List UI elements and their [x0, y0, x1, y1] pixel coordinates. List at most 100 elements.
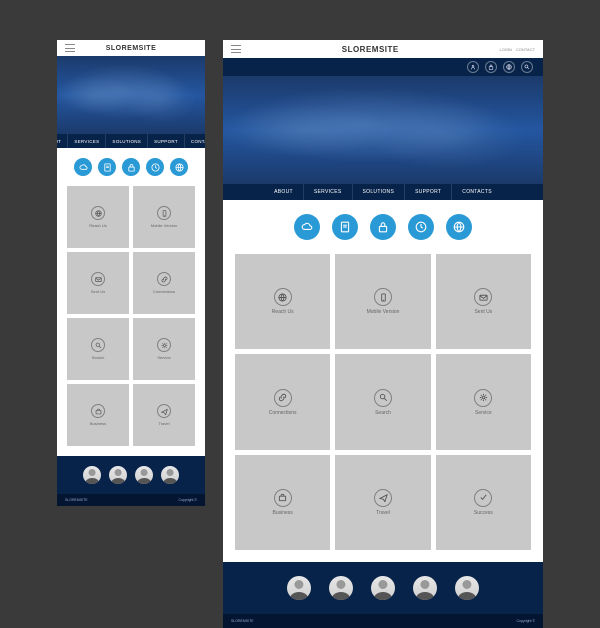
- brand-logo[interactable]: SLOREMSITE: [241, 45, 500, 54]
- team-avatar[interactable]: [83, 466, 101, 484]
- card-label: Travel: [376, 510, 390, 516]
- nav-about[interactable]: ABOUT: [57, 134, 68, 148]
- phone-icon: [374, 288, 392, 306]
- card-label: Mobile Version: [367, 309, 400, 315]
- navbar: ABOUTSERVICESSOLUTIONSSUPPORTCONTACTS: [223, 184, 543, 200]
- nav-services[interactable]: SERVICES: [68, 134, 106, 148]
- team-avatar[interactable]: [135, 466, 153, 484]
- card-label: Success: [474, 510, 493, 516]
- footer-brand: SLOREMSITE: [65, 498, 88, 502]
- card-label: Reach Us: [89, 223, 107, 228]
- utility-bar: [223, 58, 543, 76]
- nav-solutions[interactable]: SOLUTIONS: [106, 134, 148, 148]
- card-label: Reach Us: [272, 309, 294, 315]
- top-links: LOGIN CONTACT: [500, 47, 536, 52]
- plane-icon: [157, 404, 171, 418]
- card-gear[interactable]: Service: [436, 354, 531, 449]
- briefcase-icon: [274, 489, 292, 507]
- desktop-mockup: SLOREMSITE LOGIN CONTACT ABOUTSERVICESSOL…: [223, 40, 543, 628]
- topbar: SLOREMSITE LOGIN CONTACT: [223, 40, 543, 58]
- footer-copy: Copyright ©: [178, 498, 197, 502]
- card-plane[interactable]: Travel: [133, 384, 195, 446]
- card-label: Business: [273, 510, 293, 516]
- card-check[interactable]: Success: [436, 455, 531, 550]
- card-grid: Reach Us Mobile Version Sent Us Connections…: [223, 254, 543, 562]
- toplink[interactable]: LOGIN: [500, 47, 512, 52]
- feature-file[interactable]: [332, 214, 358, 240]
- card-mail[interactable]: Sent Us: [436, 254, 531, 349]
- user-icon[interactable]: [467, 61, 479, 73]
- feature-cloud[interactable]: [74, 158, 92, 176]
- mobile-mockup: SLOREMSITE ABOUTSERVICESSOLUTIONSSUPPORT…: [57, 40, 205, 506]
- plane-icon: [374, 489, 392, 507]
- globe-icon[interactable]: [503, 61, 515, 73]
- feature-file[interactable]: [98, 158, 116, 176]
- nav-about[interactable]: ABOUT: [264, 184, 304, 200]
- card-grid: Reach Us Mobile Version Sent Us Connections…: [57, 186, 205, 456]
- search-icon[interactable]: [521, 61, 533, 73]
- card-phone[interactable]: Mobile Version: [133, 186, 195, 248]
- card-link[interactable]: Connections: [133, 252, 195, 314]
- feature-clock[interactable]: [408, 214, 434, 240]
- topbar: SLOREMSITE: [57, 40, 205, 56]
- card-label: Sent Us: [91, 289, 105, 294]
- card-label: Connections: [153, 289, 175, 294]
- team-avatar[interactable]: [413, 576, 437, 600]
- check-icon: [474, 489, 492, 507]
- nav-support[interactable]: SUPPORT: [405, 184, 452, 200]
- team-avatar[interactable]: [161, 466, 179, 484]
- hero-map: [57, 56, 205, 134]
- feature-lock[interactable]: [370, 214, 396, 240]
- feature-globe[interactable]: [170, 158, 188, 176]
- toplink[interactable]: CONTACT: [516, 47, 535, 52]
- card-search[interactable]: Search: [335, 354, 430, 449]
- team-avatar[interactable]: [287, 576, 311, 600]
- link-icon: [157, 272, 171, 286]
- card-search[interactable]: Search: [67, 318, 129, 380]
- footer: SLOREMSITE Copyright ©: [57, 494, 205, 506]
- gear-icon: [157, 338, 171, 352]
- nav-contacts[interactable]: CONTACTS: [185, 134, 205, 148]
- feature-row: [57, 148, 205, 186]
- lock-icon[interactable]: [485, 61, 497, 73]
- team-row: [223, 562, 543, 614]
- menu-icon[interactable]: [65, 44, 75, 52]
- footer-brand: SLOREMSITE: [231, 619, 254, 623]
- card-label: Travel: [159, 421, 170, 426]
- card-globe[interactable]: Reach Us: [67, 186, 129, 248]
- mail-icon: [91, 272, 105, 286]
- card-briefcase[interactable]: Business: [235, 455, 330, 550]
- briefcase-icon: [91, 404, 105, 418]
- globe-icon: [274, 288, 292, 306]
- team-avatar[interactable]: [371, 576, 395, 600]
- feature-globe[interactable]: [446, 214, 472, 240]
- card-plane[interactable]: Travel: [335, 455, 430, 550]
- feature-cloud[interactable]: [294, 214, 320, 240]
- nav-solutions[interactable]: SOLUTIONS: [353, 184, 406, 200]
- link-icon: [274, 389, 292, 407]
- phone-icon: [157, 206, 171, 220]
- nav-contacts[interactable]: CONTACTS: [452, 184, 502, 200]
- team-avatar[interactable]: [109, 466, 127, 484]
- card-mail[interactable]: Sent Us: [67, 252, 129, 314]
- card-briefcase[interactable]: Business: [67, 384, 129, 446]
- hero-map: [223, 76, 543, 184]
- feature-lock[interactable]: [122, 158, 140, 176]
- brand-logo[interactable]: SLOREMSITE: [75, 45, 187, 52]
- gear-icon: [474, 389, 492, 407]
- card-label: Service: [475, 410, 492, 416]
- team-avatar[interactable]: [329, 576, 353, 600]
- nav-services[interactable]: SERVICES: [304, 184, 353, 200]
- mail-icon: [474, 288, 492, 306]
- card-globe[interactable]: Reach Us: [235, 254, 330, 349]
- card-label: Service: [157, 355, 170, 360]
- card-phone[interactable]: Mobile Version: [335, 254, 430, 349]
- card-gear[interactable]: Service: [133, 318, 195, 380]
- search-icon: [91, 338, 105, 352]
- team-avatar[interactable]: [455, 576, 479, 600]
- menu-icon[interactable]: [231, 45, 241, 53]
- card-link[interactable]: Connections: [235, 354, 330, 449]
- card-label: Business: [90, 421, 106, 426]
- nav-support[interactable]: SUPPORT: [148, 134, 185, 148]
- feature-clock[interactable]: [146, 158, 164, 176]
